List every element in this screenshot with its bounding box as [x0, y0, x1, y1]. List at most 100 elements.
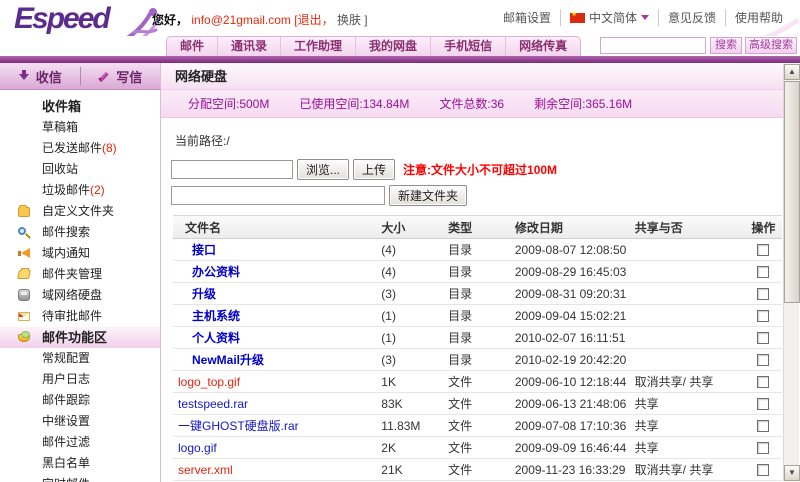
date-cell: 2009-08-29 16:45:03 [515, 265, 635, 279]
tab-3[interactable]: 我的网盘 [355, 37, 430, 56]
logout-link[interactable]: [退出， [294, 13, 333, 27]
file-name-link[interactable]: 一键GHOST硬盘版.rar [178, 419, 299, 433]
row-checkbox[interactable] [757, 398, 769, 410]
sidebar-item-14[interactable]: 邮件跟踪 [0, 390, 160, 411]
sidebar-item-0[interactable]: 收件箱 [0, 96, 160, 117]
share-toggle-cell[interactable]: 取消共享/ 共享 [635, 373, 745, 390]
sidebar-item-13[interactable]: 用户日志 [0, 369, 160, 390]
file-row: 主机系统(1)目录2009-09-04 15:02:21 [173, 305, 782, 327]
scroll-down-arrow-icon[interactable]: ▼ [784, 465, 800, 481]
chevron-down-icon [641, 15, 649, 20]
size-cell: (4) [381, 265, 448, 279]
size-cell: 83K [381, 397, 448, 411]
file-name-link[interactable]: NewMail升级 [178, 353, 264, 367]
row-checkbox[interactable] [757, 420, 769, 432]
row-checkbox[interactable] [757, 354, 769, 366]
share-toggle-cell[interactable]: 共享 [635, 395, 745, 412]
file-name-link[interactable]: logo.gif [178, 441, 217, 455]
top-links: 邮箱设置 中文简体 意见反馈 使用帮助 [494, 9, 792, 26]
row-checkbox[interactable] [757, 288, 769, 300]
size-cell: (1) [381, 331, 448, 345]
new-folder-input[interactable] [171, 186, 385, 205]
file-name-link[interactable]: 个人资料 [178, 331, 240, 345]
name-cell: logo.gif [173, 441, 381, 455]
name-cell: 主机系统 [173, 307, 381, 324]
name-cell: 接口 [173, 241, 381, 258]
tab-0[interactable]: 邮件 [167, 37, 217, 56]
sidebar-item-17[interactable]: 黑白名单 [0, 453, 160, 474]
row-checkbox[interactable] [757, 464, 769, 476]
file-name-link[interactable]: 升级 [178, 287, 216, 301]
tab-5[interactable]: 网络传真 [505, 37, 580, 56]
column-header-3: 修改日期 [515, 219, 635, 236]
tab-4[interactable]: 手机短信 [430, 37, 505, 56]
language-label: 中文简体 [589, 9, 637, 26]
new-folder-button[interactable]: 新建文件夹 [389, 185, 467, 206]
sidebar-item-9[interactable]: 域网络硬盘 [0, 285, 160, 306]
sidebar-item-6[interactable]: 邮件搜索 [0, 222, 160, 243]
file-name-link[interactable]: logo_top.gif [178, 375, 240, 389]
share-toggle-cell[interactable]: 共享 [635, 417, 745, 434]
stat-0: 分配空间:500M [188, 95, 269, 112]
row-checkbox[interactable] [757, 266, 769, 278]
file-name-link[interactable]: 主机系统 [178, 309, 240, 323]
sidebar-item-label: 域内通知 [42, 246, 90, 260]
greeting-hello: 您好， [152, 13, 188, 27]
language-selector[interactable]: 中文简体 [560, 9, 658, 26]
help-link[interactable]: 使用帮助 [725, 9, 792, 26]
sidebar-item-10[interactable]: 待审批邮件 [0, 306, 160, 327]
share-toggle-cell[interactable]: 共享 [635, 439, 745, 456]
stat-3: 剩余空间:365.16M [534, 95, 632, 112]
sidebar-item-label: 域网络硬盘 [42, 288, 102, 302]
sidebar-item-18[interactable]: 定时邮件 [0, 474, 160, 482]
file-row: NewMail升级(3)目录2010-02-19 20:42:20 [173, 349, 782, 371]
name-cell: 一键GHOST硬盘版.rar [173, 417, 381, 434]
upload-button[interactable]: 上传 [353, 159, 395, 180]
feedback-link[interactable]: 意见反馈 [658, 9, 725, 26]
row-checkbox[interactable] [757, 376, 769, 388]
compose-mail-button[interactable]: 写信 [81, 63, 161, 89]
tab-2[interactable]: 工作助理 [280, 37, 355, 56]
row-checkbox[interactable] [757, 310, 769, 322]
mailbox-settings-link[interactable]: 邮箱设置 [494, 9, 560, 26]
sidebar-item-4[interactable]: 垃圾邮件(2) [0, 180, 160, 201]
row-checkbox[interactable] [757, 244, 769, 256]
browse-button[interactable]: 浏览... [297, 159, 349, 180]
sidebar-item-2[interactable]: 已发送邮件(8) [0, 138, 160, 159]
file-row: 接口(4)目录2009-08-07 12:08:50 [173, 239, 782, 261]
sidebar-item-5[interactable]: 自定义文件夹 [0, 201, 160, 222]
unread-count-badge: (2) [90, 183, 105, 197]
file-name-link[interactable]: server.xml [178, 463, 233, 477]
sidebar-item-label: 垃圾邮件 [42, 183, 90, 197]
search-input[interactable] [600, 37, 706, 54]
account-email: info@21gmail.com [191, 13, 291, 27]
upload-file-input[interactable] [171, 160, 293, 179]
file-row: server.xml21K文件2009-11-23 16:33:29取消共享/ … [173, 459, 782, 481]
file-name-link[interactable]: testspeed.rar [178, 397, 248, 411]
vertical-scrollbar[interactable]: ▲ ▼ [783, 64, 799, 481]
change-skin-link[interactable]: 换肤 ] [337, 13, 368, 27]
sidebar-item-8[interactable]: 邮件夹管理 [0, 264, 160, 285]
file-row: 办公资料(4)目录2009-08-29 16:45:03 [173, 261, 782, 283]
sidebar-item-3[interactable]: 回收站 [0, 159, 160, 180]
sidebar-item-15[interactable]: 中继设置 [0, 411, 160, 432]
tab-1[interactable]: 通讯录 [217, 37, 280, 56]
share-toggle-cell[interactable]: 取消共享/ 共享 [635, 461, 745, 478]
file-name-link[interactable]: 办公资料 [178, 265, 240, 279]
scrollbar-thumb[interactable] [784, 81, 800, 303]
sidebar-item-label: 定时邮件 [42, 477, 90, 482]
row-checkbox[interactable] [757, 442, 769, 454]
search-button[interactable]: 搜索 [710, 37, 742, 54]
unread-count-badge: (8) [102, 141, 117, 155]
file-name-link[interactable]: 接口 [178, 243, 216, 257]
sidebar-item-7[interactable]: 域内通知 [0, 243, 160, 264]
sidebar-item-11[interactable]: 邮件功能区 [0, 327, 160, 348]
scroll-up-arrow-icon[interactable]: ▲ [784, 64, 800, 80]
sidebar-item-16[interactable]: 邮件过滤 [0, 432, 160, 453]
sidebar-item-1[interactable]: 草稿箱 [0, 117, 160, 138]
row-checkbox[interactable] [757, 332, 769, 344]
sidebar-item-12[interactable]: 常规配置 [0, 348, 160, 369]
advanced-search-button[interactable]: 高级搜索 [745, 37, 797, 54]
size-cell: 2K [381, 441, 448, 455]
receive-mail-button[interactable]: 收信 [0, 63, 80, 89]
